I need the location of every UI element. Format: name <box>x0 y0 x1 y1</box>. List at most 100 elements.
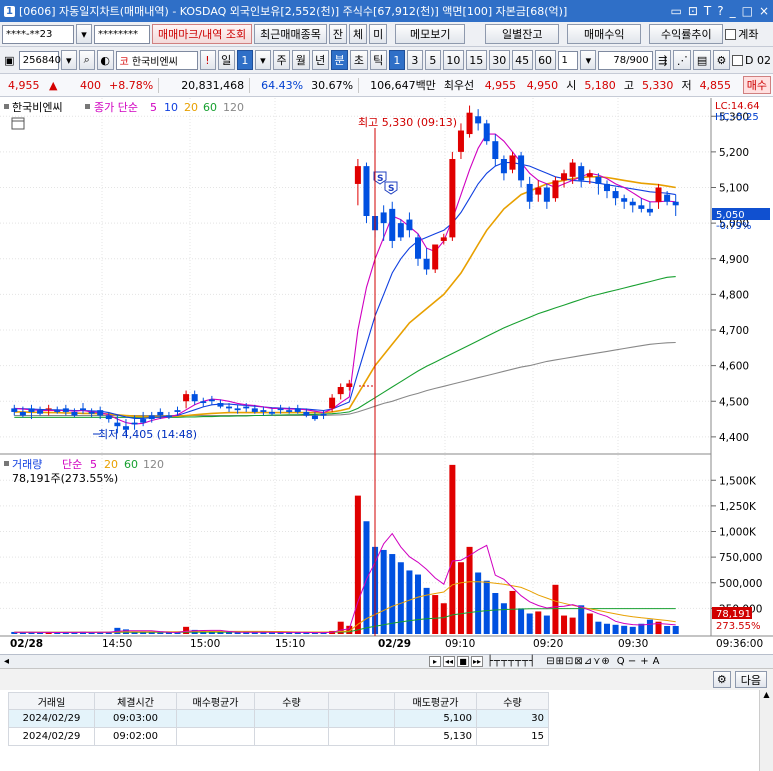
col-sell-avg[interactable]: 매도평균가 <box>394 692 477 710</box>
minute-30[interactable]: 30 <box>488 50 510 70</box>
auto-icon[interactable]: A <box>653 656 660 667</box>
period-tick[interactable]: 틱 <box>369 50 387 70</box>
col-sell-qty[interactable]: 수량 <box>476 692 549 710</box>
help-icon[interactable]: ? <box>717 4 723 18</box>
minute-5[interactable]: 5 <box>424 50 441 70</box>
stop-icon[interactable]: ■ <box>457 656 470 667</box>
period-month[interactable]: 월 <box>292 50 310 70</box>
ma120-legend[interactable]: 120 <box>223 101 244 114</box>
minute-1[interactable]: 1 <box>388 50 405 70</box>
memo-button[interactable]: 메모보기 <box>395 24 466 44</box>
indicator-icon[interactable]: ⇶ <box>654 50 672 70</box>
hc-label: HC:-5.25 <box>715 112 759 123</box>
trade-marks-query-button[interactable]: 매매마크/내역 조회 <box>152 24 253 44</box>
balance-button[interactable]: 잔 <box>328 24 348 44</box>
warning-icon[interactable]: ! <box>199 50 216 70</box>
maximize-icon[interactable]: □ <box>742 4 753 18</box>
price-tick-label: 5,100 <box>719 183 749 195</box>
recent-trades-button[interactable]: 최근매매종목 <box>254 24 327 44</box>
sell-marker-2[interactable]: S <box>384 181 398 195</box>
day-value[interactable]: 1 <box>236 50 253 70</box>
col-buy-qty[interactable]: 수량 <box>254 692 329 710</box>
code-dropdown-icon[interactable]: ▾ <box>60 50 77 70</box>
table-row[interactable]: 2024/02/29 09:02:00 5,130 15 <box>8 727 549 746</box>
d-checkbox[interactable]: D 02 <box>731 54 771 67</box>
forward-icon[interactable]: ▸▸ <box>471 656 484 667</box>
checkbox-box[interactable] <box>725 28 737 40</box>
vol-ma60-legend[interactable]: 60 <box>124 458 138 471</box>
password-input[interactable]: ******** <box>94 24 150 44</box>
volume-ma-label[interactable]: 단순 <box>62 458 82 471</box>
custom-minute-dropdown-icon[interactable]: ▾ <box>580 50 597 70</box>
calendar-icon[interactable] <box>11 117 25 130</box>
rewind-icon[interactable]: ◂◂ <box>443 656 456 667</box>
table-scrollbar[interactable]: ▲ <box>759 690 773 771</box>
zoom-out-icon[interactable]: Q − <box>617 656 636 667</box>
minute-45[interactable]: 45 <box>511 50 533 70</box>
table-row[interactable]: 2024/02/29 09:03:00 5,100 30 <box>8 709 549 728</box>
prev-next-icon[interactable]: ◐ <box>96 50 114 70</box>
day-button[interactable]: 일 <box>217 50 235 70</box>
sell-marker-1[interactable]: S <box>373 171 387 185</box>
chart-area[interactable]: 한국비엔씨 종가 단순 5 10 20 60 120 최고 5,330 (09:… <box>0 98 773 654</box>
ma60-legend[interactable]: 60 <box>203 101 217 114</box>
col-trade-date[interactable]: 거래일 <box>8 692 95 710</box>
scroll-left-icon[interactable]: ◂ <box>4 656 9 667</box>
account-checkbox[interactable]: 계좌 <box>725 26 759 42</box>
day-dropdown-icon[interactable]: ▾ <box>254 50 271 70</box>
drawing-tools-icon[interactable]: ⊟⊞⊡⊠⊿⋎⊕ <box>546 656 611 667</box>
settings-gear-icon[interactable]: ⚙ <box>712 671 731 688</box>
d-checkbox-box[interactable] <box>731 54 743 66</box>
trade-profit-button[interactable]: 매매수익 <box>567 24 642 44</box>
chart-svg[interactable]: 한국비엔씨 종가 단순 5 10 20 60 120 최고 5,330 (09:… <box>0 98 773 654</box>
next-button[interactable]: 다음 <box>734 671 767 688</box>
window-lock-icon[interactable]: ⊡ <box>688 4 698 18</box>
minimize-icon[interactable]: _ <box>730 4 736 18</box>
play-icon[interactable]: ▸ <box>429 656 442 667</box>
search-icon[interactable]: ⌕ <box>78 50 95 70</box>
vol-ma120-legend[interactable]: 120 <box>143 458 164 471</box>
zoom-in-icon[interactable]: + <box>640 656 648 667</box>
account-input[interactable]: ****-**23 <box>2 24 74 44</box>
period-week[interactable]: 주 <box>272 50 291 70</box>
stock-legend-label[interactable]: 한국비엔씨 <box>12 101 63 114</box>
minute-15[interactable]: 15 <box>465 50 487 70</box>
minute-10[interactable]: 10 <box>442 50 464 70</box>
period-second[interactable]: 초 <box>350 50 368 70</box>
font-size-icon[interactable]: T <box>704 4 711 18</box>
pending-button[interactable]: 미 <box>369 24 388 44</box>
ma20-legend[interactable]: 20 <box>184 101 198 114</box>
period-year[interactable]: 년 <box>311 50 329 70</box>
ma5-legend[interactable]: 5 <box>150 101 157 114</box>
close-icon[interactable]: × <box>759 4 769 18</box>
count-box[interactable]: 78 /900 <box>598 50 653 70</box>
minute-60[interactable]: 60 <box>534 50 556 70</box>
volume-legend-label[interactable]: 거래량 <box>12 458 42 471</box>
buy-button[interactable]: 매수 <box>742 76 771 94</box>
ma10-legend[interactable]: 10 <box>164 101 178 114</box>
col-buy-avg[interactable]: 매수평균가 <box>176 692 255 710</box>
col-fill-time[interactable]: 체결시간 <box>94 692 177 710</box>
custom-minute-input[interactable]: 1 <box>557 50 579 70</box>
fill-button[interactable]: 체 <box>349 24 368 44</box>
vol-ma5-legend[interactable]: 5 <box>90 458 97 471</box>
screen-icon[interactable]: ▣ <box>2 51 17 69</box>
daily-balance-button[interactable]: 일별잔고 <box>485 24 560 44</box>
minute-3[interactable]: 3 <box>406 50 423 70</box>
save-icon[interactable]: ▤ <box>693 50 711 70</box>
link-window-icon[interactable]: ▭ <box>670 4 681 18</box>
vol-ma20-legend[interactable]: 20 <box>104 458 118 471</box>
period-minute[interactable]: 분 <box>330 50 349 70</box>
candle-body <box>226 406 233 409</box>
stock-code-input[interactable]: 256840 <box>18 50 61 70</box>
zoom-slider[interactable]: ├┬┬┬┬┬┤ <box>487 656 536 667</box>
gear-icon[interactable]: ⚙ <box>712 50 730 70</box>
candle-body <box>62 408 69 412</box>
ma-legend-label[interactable]: 종가 단순 <box>94 101 138 114</box>
tool-icon[interactable]: ⋰ <box>673 50 692 70</box>
chart-scrollbar[interactable]: ◂ ▸ ◂◂ ■ ▸▸ ├┬┬┬┬┬┤ ⊟⊞⊡⊠⊿⋎⊕ Q − + A <box>0 654 773 668</box>
stock-name-box[interactable]: 코 한국비엔씨 <box>115 50 198 70</box>
candle-body <box>337 387 344 395</box>
account-dropdown-icon[interactable]: ▾ <box>76 24 92 44</box>
yield-trend-button[interactable]: 수익률추이 <box>649 24 724 44</box>
